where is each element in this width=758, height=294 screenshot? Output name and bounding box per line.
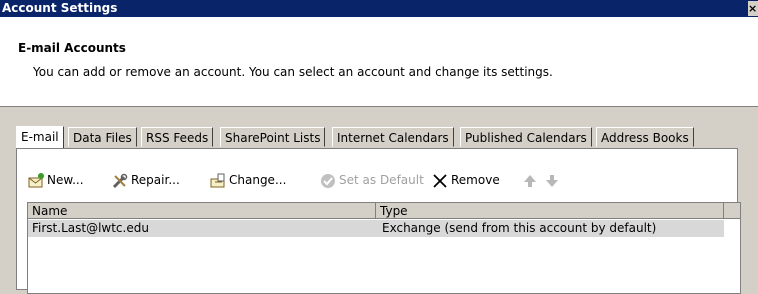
header-description: You can add or remove an account. You ca… bbox=[33, 65, 553, 79]
tab-email[interactable]: E-mail bbox=[16, 126, 64, 149]
set-as-default-button[interactable]: Set as Default bbox=[319, 169, 424, 191]
column-header-spacer bbox=[724, 203, 740, 219]
new-mail-icon bbox=[27, 172, 45, 190]
remove-button[interactable]: Remove bbox=[431, 169, 500, 191]
close-icon[interactable]: × bbox=[748, 1, 758, 16]
account-name-cell: First.Last@lwtc.edu bbox=[32, 221, 149, 235]
down-arrow-icon bbox=[543, 172, 561, 190]
window-title: Account Settings bbox=[2, 1, 118, 15]
change-icon bbox=[209, 172, 227, 190]
checkmark-icon bbox=[319, 172, 337, 190]
change-button-label: Change... bbox=[229, 173, 287, 187]
remove-x-icon bbox=[431, 172, 449, 190]
dialog-header: E-mail Accounts You can add or remove an… bbox=[0, 17, 758, 107]
new-button[interactable]: New... bbox=[27, 169, 84, 191]
remove-button-label: Remove bbox=[451, 173, 500, 187]
tab-address-books[interactable]: Address Books bbox=[596, 127, 694, 147]
set-as-default-label: Set as Default bbox=[339, 173, 424, 187]
accounts-list[interactable]: Name Type First.Last@lwtc.edu Exchange (… bbox=[27, 202, 741, 294]
move-down-button[interactable] bbox=[543, 169, 563, 191]
column-header-type[interactable]: Type bbox=[376, 203, 724, 219]
change-button[interactable]: Change... bbox=[209, 169, 286, 191]
title-bar[interactable]: Account Settings × bbox=[0, 0, 758, 17]
tab-data-files[interactable]: Data Files bbox=[68, 127, 137, 147]
header-title: E-mail Accounts bbox=[18, 41, 126, 55]
up-arrow-icon bbox=[521, 172, 539, 190]
table-row[interactable]: First.Last@lwtc.edu Exchange (send from … bbox=[28, 220, 724, 237]
column-header-name[interactable]: Name bbox=[28, 203, 376, 219]
tab-internet-calendars[interactable]: Internet Calendars bbox=[332, 127, 454, 147]
email-tab-panel: New... Repair... Change... Set as Defaul… bbox=[16, 148, 741, 294]
repair-button[interactable]: Repair... bbox=[111, 169, 180, 191]
repair-button-label: Repair... bbox=[131, 173, 180, 187]
tab-rss-feeds[interactable]: RSS Feeds bbox=[141, 127, 214, 147]
tab-published-calendars[interactable]: Published Calendars bbox=[460, 127, 592, 147]
account-type-cell: Exchange (send from this account by defa… bbox=[382, 221, 657, 235]
repair-icon bbox=[111, 172, 129, 190]
tab-sharepoint-lists[interactable]: SharePoint Lists bbox=[220, 127, 326, 147]
new-button-label: New... bbox=[47, 173, 84, 187]
move-up-button[interactable] bbox=[521, 169, 541, 191]
